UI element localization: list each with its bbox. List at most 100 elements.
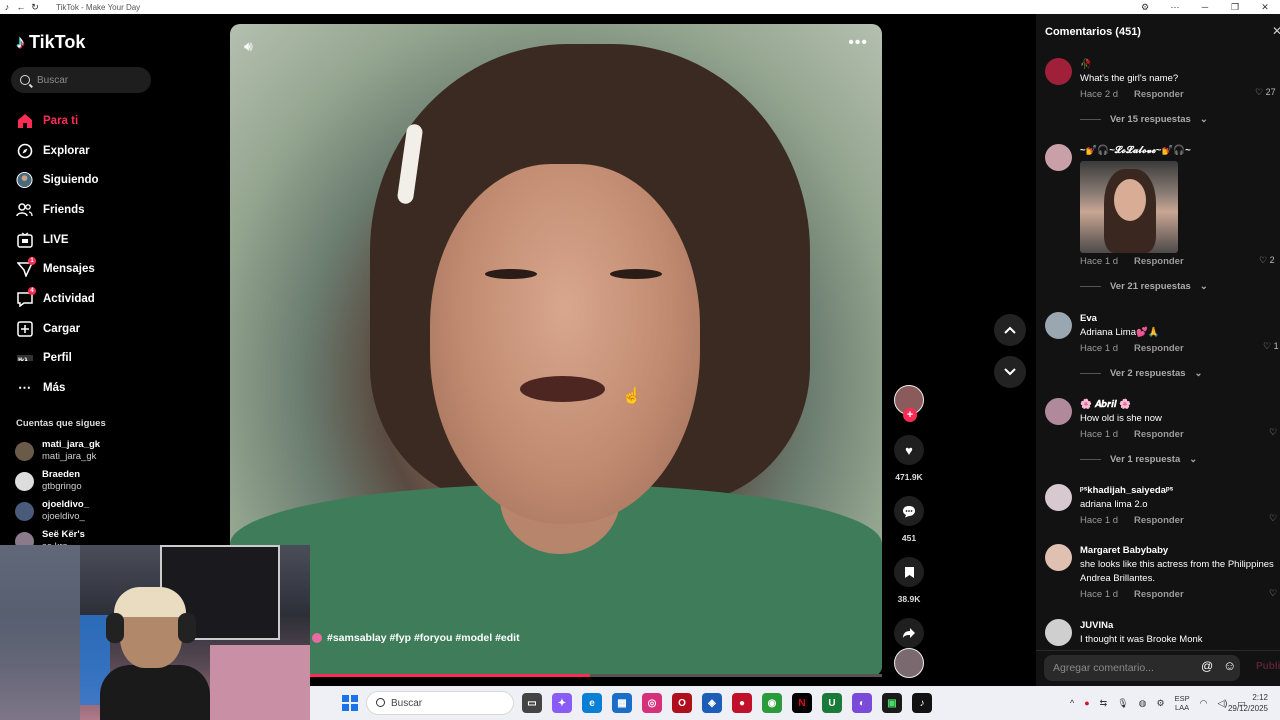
windows-start-icon[interactable]: [342, 695, 358, 711]
reply-button[interactable]: Responder: [1134, 429, 1184, 440]
nav-item-friends[interactable]: Friends: [16, 195, 216, 225]
comment-like[interactable]: ♡ 2: [1259, 255, 1280, 266]
volume-icon[interactable]: 🔊︎: [244, 38, 253, 55]
post-comment-button[interactable]: Publicar: [1256, 661, 1280, 672]
nav-item-siguiendo[interactable]: Siguiendo: [16, 165, 216, 195]
maximize-button[interactable]: ❐: [1220, 2, 1250, 13]
video-progress-bar[interactable]: [310, 674, 882, 677]
emoji-icon[interactable]: ☺: [1223, 658, 1236, 673]
mic-icon[interactable]: 🎙︎: [1117, 698, 1128, 709]
nav-item-cargar[interactable]: Cargar: [16, 314, 216, 344]
following-account[interactable]: mati_jara_gk mati_jara_gk: [15, 436, 215, 466]
comment-username[interactable]: ᵖˢkhadijah_saiyedaᵖˢ: [1080, 484, 1280, 497]
nav-item-explorar[interactable]: Explorar: [16, 136, 216, 166]
screen-recorder-icon[interactable]: ●: [732, 693, 752, 713]
close-icon[interactable]: ✕: [1272, 24, 1280, 38]
nav-item-mensajes[interactable]: 1 Mensajes: [16, 254, 216, 284]
steam-icon[interactable]: ⚙: [1157, 698, 1165, 709]
like-button[interactable]: ♥: [894, 435, 924, 465]
video-actions: + ♥ 471.9K 451 38.9K 9853: [892, 385, 926, 665]
comment-username[interactable]: JUVINa: [1080, 619, 1280, 632]
nav-item-live[interactable]: LIVE: [16, 225, 216, 255]
creator-avatar[interactable]: +: [894, 385, 924, 422]
reply-button[interactable]: Responder: [1134, 89, 1184, 100]
comment-like[interactable]: ♡: [1269, 588, 1280, 599]
netflix-icon[interactable]: N: [792, 693, 812, 713]
more-options-icon[interactable]: •••: [848, 34, 868, 52]
avatar[interactable]: [1045, 144, 1072, 171]
instagram-icon[interactable]: ◎: [642, 693, 662, 713]
utorrent-icon[interactable]: U: [822, 693, 842, 713]
network-share-icon[interactable]: ⇆: [1100, 698, 1108, 709]
comment-like[interactable]: ♡: [1269, 513, 1280, 524]
close-button[interactable]: ✕: [1250, 2, 1280, 13]
tiktok-taskbar-icon[interactable]: ♪: [912, 693, 932, 713]
video-caption[interactable]: #samsablay #fyp #foryou #model #edit: [312, 632, 520, 644]
comment-like[interactable]: ♡ 27: [1255, 87, 1280, 98]
comment-username[interactable]: 🥀: [1080, 58, 1280, 71]
avatar[interactable]: [1045, 398, 1072, 425]
tiktok-logo[interactable]: ♪ TikTok: [16, 32, 85, 53]
following-account[interactable]: Braeden gtbgringo: [15, 466, 215, 496]
chevron-up-icon[interactable]: ^: [1070, 698, 1074, 708]
music-avatar[interactable]: [894, 648, 924, 678]
task-view-icon[interactable]: ▭: [522, 693, 542, 713]
comment-username[interactable]: 🌸 𝑨𝒃𝒓𝒊𝒍 🌸: [1080, 398, 1280, 411]
follow-plus-icon[interactable]: +: [903, 408, 917, 422]
game-launcher-icon[interactable]: ▣: [882, 693, 902, 713]
comment-username[interactable]: Eva: [1080, 312, 1280, 325]
menu-dots-icon[interactable]: ⋯: [1160, 2, 1190, 13]
taskbar-clock[interactable]: 2:12 29/12/2025: [1228, 692, 1268, 714]
comment-username[interactable]: ~💅🎧~𝓛𝓸𝓛𝓪𝓵𝓸𝓿𝓮~💅🎧~: [1080, 144, 1280, 157]
store-icon[interactable]: ▦: [612, 693, 632, 713]
avatar[interactable]: [1045, 544, 1072, 571]
avatar[interactable]: [1045, 619, 1072, 646]
language-indicator[interactable]: ESP LAA: [1175, 694, 1190, 712]
view-replies-button[interactable]: Ver 2 respuestas ⌄: [1080, 368, 1280, 379]
next-video-button[interactable]: [994, 356, 1026, 388]
avatar[interactable]: [1045, 484, 1072, 511]
nav-item-perfil[interactable]: ԋɿ Perfil: [16, 344, 216, 374]
comment-like[interactable]: ♡ 1: [1263, 341, 1280, 352]
avatar[interactable]: [1045, 312, 1072, 339]
comment-button[interactable]: [894, 496, 924, 526]
reply-button[interactable]: Responder: [1134, 589, 1184, 600]
avatar[interactable]: [1045, 58, 1072, 85]
comment-username[interactable]: Margaret Babybaby: [1080, 544, 1280, 557]
edge-icon[interactable]: e: [582, 693, 602, 713]
app-icon[interactable]: ◐: [852, 693, 872, 713]
following-account[interactable]: ojoeldivo_ ojoeldivo_: [15, 496, 215, 526]
nav-item-para-ti[interactable]: Para ti: [16, 106, 216, 136]
discord-icon[interactable]: ◍: [1139, 698, 1147, 709]
nav-item-actividad[interactable]: 4 Actividad: [16, 284, 216, 314]
minimize-button[interactable]: ─: [1190, 2, 1220, 12]
share-button[interactable]: [894, 618, 924, 648]
account-name: gtbgringo: [42, 481, 82, 492]
opera-icon[interactable]: O: [672, 693, 692, 713]
view-replies-button[interactable]: Ver 21 respuestas ⌄: [1080, 281, 1280, 292]
chrome-icon[interactable]: ◉: [762, 693, 782, 713]
back-arrow-icon[interactable]: ←: [14, 2, 28, 12]
shield-icon[interactable]: ◈: [702, 693, 722, 713]
comment-like[interactable]: ♡: [1269, 427, 1280, 438]
volume-icon[interactable]: ◁): [1217, 698, 1227, 709]
reply-button[interactable]: Responder: [1134, 515, 1184, 526]
nav-label: Actividad: [43, 292, 95, 305]
comment-image[interactable]: [1080, 161, 1178, 253]
copilot-icon[interactable]: ✦: [552, 693, 572, 713]
wifi-icon[interactable]: ◠: [1200, 698, 1208, 709]
mention-icon[interactable]: @: [1201, 659, 1213, 673]
reply-button[interactable]: Responder: [1134, 343, 1184, 354]
taskbar-search[interactable]: Buscar: [366, 691, 514, 715]
reload-icon[interactable]: ↻: [28, 2, 42, 13]
extensions-icon[interactable]: ⚙: [1130, 2, 1160, 13]
view-replies-button[interactable]: Ver 15 respuestas ⌄: [1080, 114, 1280, 125]
reply-button[interactable]: Responder: [1134, 256, 1184, 267]
previous-video-button[interactable]: [994, 314, 1026, 346]
search-input[interactable]: Buscar: [11, 67, 151, 93]
view-replies-button[interactable]: Ver 1 respuesta ⌄: [1080, 454, 1280, 465]
save-button[interactable]: [894, 557, 924, 587]
record-icon[interactable]: ●: [1084, 698, 1089, 708]
video-player[interactable]: 🔊︎ ••• #samsablay #fyp #foryou #model #e…: [230, 24, 882, 676]
nav-item-mas[interactable]: ⋯ Más: [16, 373, 216, 403]
